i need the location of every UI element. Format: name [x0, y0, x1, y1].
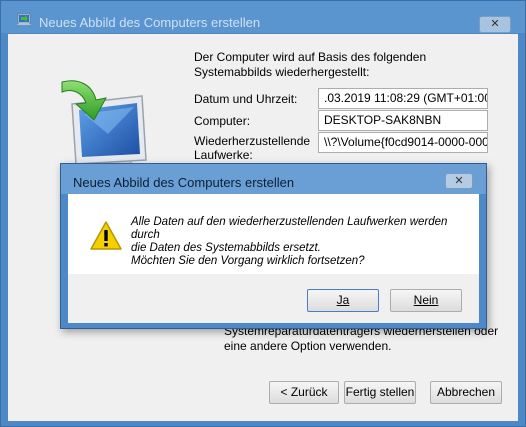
datetime-field[interactable]: .03.2019 11:08:29 (GMT+01:00) [318, 88, 488, 109]
finish-button[interactable]: Fertig stellen [344, 381, 416, 404]
computer-restore-icon [17, 13, 31, 25]
dialog-title: Neues Abbild des Computers erstellen [73, 175, 295, 190]
wizard-title: Neues Abbild des Computers erstellen [39, 15, 261, 30]
dialog-footer: Ja Nein [68, 274, 479, 323]
warning-triangle-icon [90, 221, 122, 250]
yes-button[interactable]: Ja [307, 289, 379, 312]
dialog-message-line2: die Daten des Systemabbilds ersetzt. [131, 242, 321, 254]
no-button[interactable]: Nein [390, 289, 462, 312]
confirm-dialog: Neues Abbild des Computers erstellen ✕ A… [60, 163, 487, 329]
note-line2: eine andere Option verwenden. [224, 339, 392, 353]
wizard-close-button[interactable]: ✕ [479, 16, 511, 33]
dialog-title-bar[interactable]: Neues Abbild des Computers erstellen ✕ [61, 164, 486, 194]
intro-text: Der Computer wird auf Basis des folgende… [194, 50, 427, 79]
wizard-title-bar[interactable]: Neues Abbild des Computers erstellen ✕ [1, 1, 525, 33]
dialog-message-line3: Möchten Sie den Vorgang wirklich fortset… [131, 255, 365, 267]
drives-label-line1: Wiederherzustellende [194, 134, 311, 148]
cancel-button[interactable]: Abbrechen [430, 381, 502, 404]
dialog-message: Alle Daten auf den wiederherzustellenden… [131, 216, 471, 268]
back-button[interactable]: < Zurück [269, 381, 339, 404]
drives-label-line2: Laufwerke: [194, 148, 253, 162]
datetime-label: Datum und Uhrzeit: [194, 92, 298, 106]
computer-field[interactable]: DESKTOP-SAK8NBN [318, 110, 488, 131]
drives-field[interactable]: \\?\Volume{f0cd9014-0000-0000-0 [318, 132, 488, 153]
dialog-body: Alle Daten auf den wiederherzustellenden… [68, 194, 479, 274]
dialog-message-line1: Alle Daten auf den wiederherzustellenden… [131, 216, 448, 241]
no-button-label: Nein [413, 293, 439, 307]
yes-button-label: Ja [336, 293, 350, 307]
dialog-close-button[interactable]: ✕ [445, 173, 473, 189]
computer-label: Computer: [194, 114, 251, 128]
